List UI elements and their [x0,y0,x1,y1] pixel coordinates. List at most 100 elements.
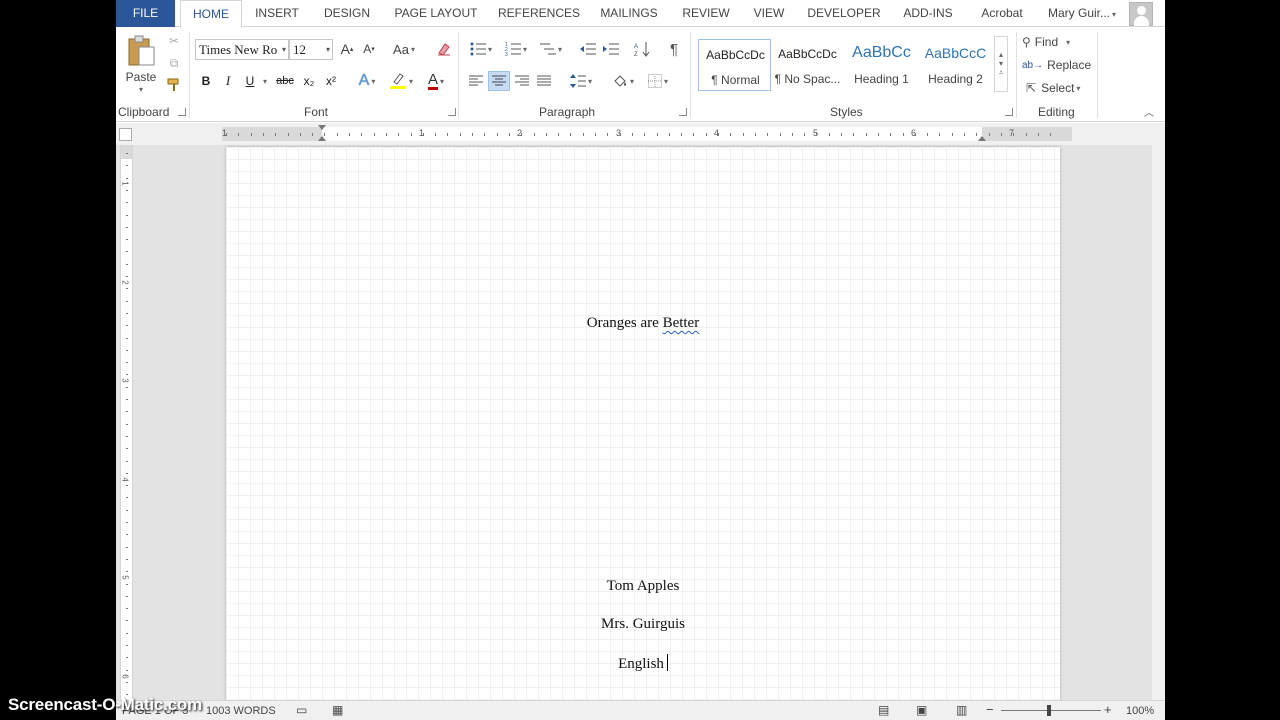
style-heading-1[interactable]: AaBbCc Heading 1 [845,39,918,91]
tab-insert[interactable]: INSERT [247,0,307,27]
tab-home[interactable]: HOME [180,0,242,28]
document-page[interactable]: Oranges are Better Tom Apples Mrs. Guirg… [226,147,1060,707]
read-mode-icon[interactable]: ▤ [878,703,889,717]
numbering-button[interactable]: 1 2 3 ▾ [501,40,531,58]
zoom-out-icon[interactable]: − [986,702,994,717]
font-group-label: Font [304,105,329,119]
tab-selector-icon[interactable] [119,128,132,141]
style-normal[interactable]: AaBbCcDc ¶ Normal [698,39,771,91]
find-button[interactable]: ⚲ Find ▾ [1022,32,1092,52]
vertical-scrollbar[interactable] [1152,145,1165,700]
avatar[interactable] [1129,2,1153,26]
tab-design[interactable]: DESIGN [317,0,377,27]
font-color-button[interactable]: A ▾ [421,71,451,91]
replace-button[interactable]: ab→ Replace [1022,55,1102,75]
borders-button[interactable]: ▾ [643,72,673,90]
align-left-icon[interactable] [466,72,486,90]
zoom-level[interactable]: 100% [1126,705,1154,717]
select-button[interactable]: ⇱ Select ▾ [1026,78,1106,98]
right-indent-icon[interactable] [978,136,986,141]
font-name-combo[interactable]: Times New Ro ▾ [195,39,289,60]
spelling-error-word[interactable]: Better [663,315,700,331]
shading-button[interactable]: ▾ [608,72,638,90]
font-name-value: Times New Ro [199,42,278,57]
show-paragraph-marks-icon[interactable]: ¶ [665,40,683,58]
word-count[interactable]: 1003 WORDS [206,705,276,717]
author-line[interactable]: Tom Apples [226,578,1060,595]
underline-button[interactable]: U [241,72,259,90]
strikethrough-button[interactable]: abc [274,72,296,90]
text-effects-button[interactable]: A ▾ [353,71,381,91]
zoom-slider-thumb[interactable] [1047,705,1051,716]
teacher-line[interactable]: Mrs. Guirguis [226,616,1060,633]
collapse-ribbon-icon[interactable]: ︿ [1142,104,1156,119]
shrink-font-icon[interactable]: A ▾ [360,40,378,58]
print-layout-icon[interactable]: ▣ [916,703,927,717]
ruler-tick [730,133,732,136]
right-margin-area [982,127,1072,141]
web-layout-icon[interactable]: ▥ [956,703,967,717]
ruler-tick [126,226,128,228]
styles-gallery-scroll[interactable]: ▴ ▾ ⩡ [994,36,1008,92]
tab-view[interactable]: VIEW [748,0,790,27]
ruler-tick [238,133,240,136]
zoom-in-icon[interactable]: + [1104,702,1112,717]
subscript-button[interactable]: x₂ [299,72,319,90]
change-case-button[interactable]: Aa ▾ [389,40,419,58]
first-line-indent-icon[interactable] [318,125,326,130]
copy-icon[interactable]: ⧉ [165,54,183,72]
line-spacing-button[interactable]: ▾ [566,72,596,90]
macro-record-icon[interactable]: ▦ [332,703,343,717]
bold-button[interactable]: B [197,72,215,90]
increase-indent-icon[interactable] [602,40,620,58]
ruler-tick [126,202,128,204]
style-heading-2[interactable]: AaBbCcC Heading 2 [919,39,992,91]
clear-formatting-icon[interactable] [435,40,453,58]
font-launcher-icon[interactable] [448,108,456,116]
clipboard-launcher-icon[interactable] [178,108,186,116]
user-account[interactable]: Mary Guir... ▾ [1048,0,1116,27]
highlight-button[interactable]: ▾ [386,71,416,91]
ruler-tick [126,153,128,154]
document-title[interactable]: Oranges are Better [226,315,1060,332]
ruler-tick [126,448,128,450]
paragraph-launcher-icon[interactable] [679,108,687,116]
multilevel-list-button[interactable]: ▾ [536,40,566,58]
ruler-tick [435,133,437,136]
tab-page-layout[interactable]: PAGE LAYOUT [388,0,484,27]
tab-mailings[interactable]: MAILINGS [594,0,664,27]
tab-developer[interactable]: DEVELOPER [804,0,884,27]
decrease-indent-icon[interactable] [579,40,597,58]
sort-icon[interactable]: AZ [633,40,651,58]
tab-add-ins[interactable]: ADD-INS [898,0,958,27]
justify-icon[interactable] [534,72,554,90]
course-line[interactable]: English [226,654,1060,673]
paste-button[interactable] [124,34,158,68]
zoom-slider[interactable] [1001,710,1101,711]
chevron-down-icon[interactable]: ▾ [133,84,147,94]
font-size-combo[interactable]: 12 ▾ [289,39,333,60]
align-right-icon[interactable] [512,72,532,90]
proofing-icon[interactable]: ▭ [296,703,307,717]
style-sample: AaBbCcDc [778,47,837,61]
tab-references[interactable]: REFERENCES [494,0,584,27]
svg-text:3: 3 [505,52,508,56]
ruler-bar[interactable]: 1 1 2 3 4 5 6 7 [222,125,1072,141]
ruler-tick [1000,133,1002,136]
styles-launcher-icon[interactable] [1005,108,1013,116]
format-painter-icon[interactable] [165,76,183,94]
chevron-down-icon[interactable]: ▾ [259,72,269,90]
tab-file[interactable]: FILE [116,0,175,27]
align-center-icon[interactable] [488,71,510,91]
tab-acrobat[interactable]: Acrobat [972,0,1032,27]
cut-icon[interactable]: ✂ [165,32,183,50]
style-no-spacing[interactable]: AaBbCcDc ¶ No Spac... [771,39,844,91]
ruler-tick [126,460,128,462]
hanging-indent-icon[interactable] [318,136,326,141]
tab-review[interactable]: REVIEW [676,0,736,27]
superscript-button[interactable]: x² [321,72,341,90]
italic-button[interactable]: I [219,72,237,90]
bullets-button[interactable]: ▾ [466,40,496,58]
ruler-tick [681,133,683,136]
grow-font-icon[interactable]: A ▴ [338,40,356,58]
